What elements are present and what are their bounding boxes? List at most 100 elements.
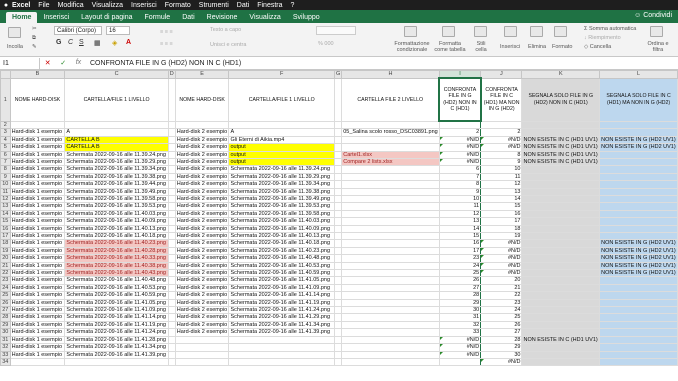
- cell-compare-c-not-g[interactable]: 11: [480, 172, 523, 182]
- cell-report-g-only[interactable]: [521, 202, 601, 211]
- row-header[interactable]: 1: [0, 77, 11, 122]
- cell-hd2-level2[interactable]: [341, 187, 440, 196]
- cell-spacer[interactable]: [333, 254, 343, 263]
- row-header[interactable]: 10: [0, 180, 11, 189]
- font-color-icon[interactable]: A: [126, 39, 131, 46]
- row-header[interactable]: 28: [0, 313, 11, 322]
- cell-report-c-only[interactable]: [599, 357, 678, 367]
- menu-format[interactable]: Formato: [165, 2, 191, 9]
- select-all-corner[interactable]: [0, 70, 11, 79]
- cell-hd2-name[interactable]: [174, 343, 230, 352]
- cell-report-c-only[interactable]: [599, 165, 678, 174]
- font-size-select[interactable]: 16: [106, 26, 130, 35]
- cell-hd2-level2[interactable]: [341, 246, 440, 256]
- cell-compare-c-not-g[interactable]: 21: [480, 283, 523, 293]
- apple-icon[interactable]: ●: [0, 2, 12, 9]
- cell-hd2-name[interactable]: Hard-disk 2 esempio: [174, 254, 230, 263]
- cell-compare-g-not-c[interactable]: #N/D: [438, 150, 482, 159]
- cell-compare-g-not-c[interactable]: #N/D: [438, 335, 482, 345]
- cell-compare-g-not-c[interactable]: 30: [438, 306, 482, 315]
- cell-hd1-folder[interactable]: Schermata 2022-09-16 alle 11.40.59.png: [64, 291, 169, 300]
- cell-spacer[interactable]: [167, 231, 176, 241]
- cell-compare-g-not-c[interactable]: 23: [438, 254, 482, 263]
- cell-hd1-folder[interactable]: CARTELLA B: [64, 135, 169, 145]
- cell-hd2-level2[interactable]: [341, 194, 440, 204]
- spacer-cell[interactable]: [333, 77, 343, 122]
- cell-spacer[interactable]: [167, 254, 176, 263]
- cell-hd1-folder[interactable]: Schermata 2022-09-16 alle 11.41.14.png: [64, 313, 169, 322]
- bold-button[interactable]: G: [56, 39, 61, 46]
- cell-report-c-only[interactable]: NON ESISTE IN G (HD2 UV1): [599, 239, 678, 248]
- cell-compare-g-not-c[interactable]: 9: [438, 187, 482, 196]
- format-cells-label[interactable]: Formato: [552, 44, 572, 50]
- cell-compare-c-not-g[interactable]: 8: [480, 150, 523, 159]
- align-left-icon[interactable]: ≡ ≡ ≡: [160, 41, 173, 47]
- cell-hd2-level2[interactable]: [341, 224, 440, 234]
- format-table-label[interactable]: Formatta come tabella: [434, 41, 466, 53]
- cell-hd2-name[interactable]: Hard-disk 2 esempio: [174, 209, 230, 219]
- cell-hd2-name[interactable]: Hard-disk 2 esempio: [174, 276, 230, 285]
- cell-hd1-name[interactable]: Hard-disk 1 esempio: [9, 209, 66, 219]
- cell-spacer[interactable]: [333, 320, 343, 330]
- cell-spacer[interactable]: [333, 343, 343, 352]
- cell-spacer[interactable]: [333, 261, 343, 271]
- italic-button[interactable]: C: [68, 39, 73, 46]
- row-header[interactable]: 27: [0, 306, 11, 315]
- title-compare-g-not-c[interactable]: CONFRONTA FILE IN G (HD2) NON IN C (HD1): [438, 77, 482, 123]
- underline-button[interactable]: S: [79, 39, 84, 46]
- row-header[interactable]: 24: [0, 283, 11, 293]
- cell-compare-g-not-c[interactable]: 13: [438, 217, 482, 226]
- sort-filter-icon[interactable]: [650, 26, 663, 37]
- cell-compare-c-not-g[interactable]: 28: [480, 335, 523, 345]
- cell-report-g-only[interactable]: [521, 254, 601, 263]
- cell-hd1-name[interactable]: Hard-disk 1 esempio: [9, 224, 66, 234]
- cell-compare-c-not-g[interactable]: 12: [480, 180, 523, 189]
- cell-compare-c-not-g[interactable]: 13: [480, 187, 523, 196]
- cell-hd2-level2[interactable]: Compare 2 lists.xlsx: [341, 157, 440, 167]
- cell-compare-g-not-c[interactable]: 26: [438, 276, 482, 285]
- cell-spacer[interactable]: [167, 313, 176, 322]
- title-compare-c-not-g[interactable]: CONFRONTA FILE IN C (HD1) MA NON IN G (H…: [480, 77, 523, 122]
- cell-compare-g-not-c[interactable]: 15: [438, 231, 482, 241]
- cell-spacer[interactable]: [167, 328, 176, 337]
- cell-hd1-folder[interactable]: Schermata 2022-09-16 alle 11.40.48.png: [64, 276, 169, 285]
- cell-compare-c-not-g[interactable]: 19: [480, 231, 523, 241]
- cell-spacer[interactable]: [333, 143, 343, 152]
- cell-compare-g-not-c[interactable]: 2: [438, 128, 482, 137]
- cell-compare-g-not-c[interactable]: #N/D: [438, 343, 482, 352]
- title-report-c-only[interactable]: SEGNALA SOLO FILE IN C (HD1) MA NON IN G…: [599, 77, 678, 122]
- copy-icon[interactable]: ⧉: [32, 35, 36, 42]
- cell-compare-c-not-g[interactable]: 30: [480, 350, 523, 359]
- delete-cells-label[interactable]: Elimina: [528, 44, 546, 50]
- column-header-e[interactable]: E: [174, 70, 230, 79]
- cell-spacer[interactable]: [333, 157, 343, 167]
- cell-spacer[interactable]: [333, 187, 343, 196]
- cell-spacer[interactable]: [333, 328, 343, 337]
- row-header[interactable]: 21: [0, 261, 11, 271]
- row-header[interactable]: 23: [0, 276, 11, 285]
- cell-report-g-only[interactable]: [521, 194, 601, 204]
- cell-hd2-level2[interactable]: [341, 313, 440, 322]
- cell-hd1-folder[interactable]: CARTELLA B: [64, 143, 169, 152]
- cell-compare-g-not-c[interactable]: 29: [438, 298, 482, 308]
- cell-compare-g-not-c[interactable]: 12: [438, 209, 482, 219]
- cell-hd2-level2[interactable]: [341, 298, 440, 308]
- column-header-i[interactable]: I: [438, 70, 482, 79]
- cell-hd2-level2[interactable]: [341, 217, 440, 226]
- wrap-text-button[interactable]: Testo a capo: [210, 27, 241, 33]
- cell-hd1-folder[interactable]: Schermata 2022-09-16 alle 11.39.24.png: [64, 150, 169, 159]
- cell-spacer[interactable]: [333, 357, 343, 367]
- cell-spacer[interactable]: [167, 128, 176, 137]
- cell-spacer[interactable]: [333, 165, 343, 174]
- cell[interactable]: [228, 120, 335, 130]
- cell-hd1-name[interactable]: Hard-disk 1 esempio: [9, 128, 66, 137]
- cell-hd1-name[interactable]: Hard-disk 1 esempio: [9, 298, 66, 308]
- cell-hd2-level2[interactable]: [341, 350, 440, 359]
- cell-hd2-level2[interactable]: [341, 291, 440, 300]
- cell-hd2-name[interactable]: [174, 335, 230, 345]
- cell-compare-c-not-g[interactable]: #N/D: [480, 239, 523, 248]
- cell-hd2-folder[interactable]: Schermata 2022-09-16 alle 11.41.34.png: [228, 320, 335, 330]
- cell-report-g-only[interactable]: [521, 217, 601, 226]
- cell-spacer[interactable]: [167, 335, 176, 345]
- tab-data[interactable]: Dati: [176, 12, 200, 23]
